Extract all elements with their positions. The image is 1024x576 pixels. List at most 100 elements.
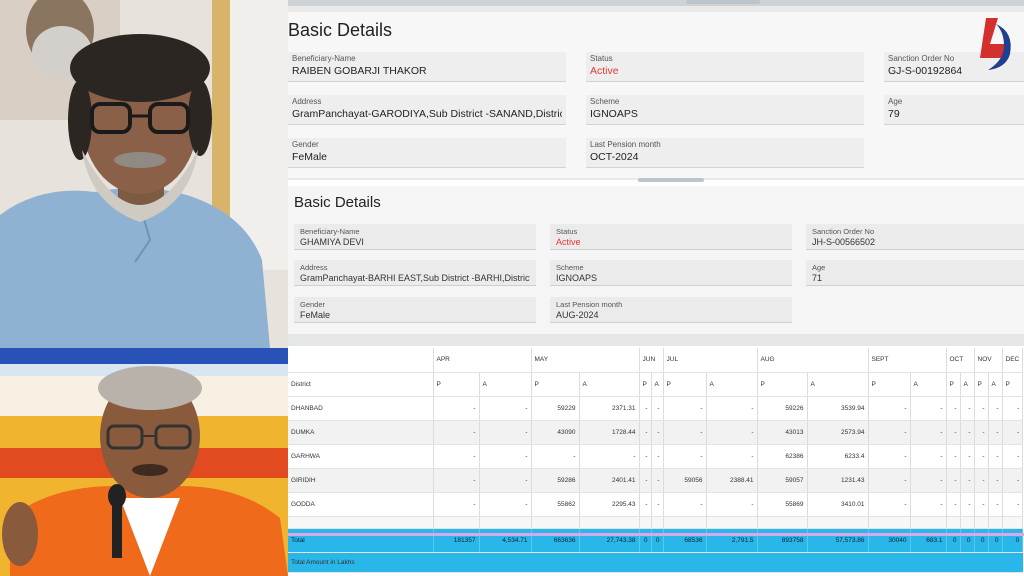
value-cell: - <box>579 444 640 469</box>
field-label: Address <box>300 263 328 272</box>
value-cell: - <box>433 468 480 493</box>
field-value: OCT-2024 <box>590 151 639 163</box>
value-cell: - <box>706 420 758 445</box>
table-row: DUMKA - -43090 1728.44- - - -43013 2573.94- - - - -… <box>288 420 1024 445</box>
value-cell: - <box>868 444 911 469</box>
value-cell: - <box>988 444 1003 469</box>
value-cell: - <box>639 492 652 517</box>
field-label: Status <box>556 227 578 236</box>
scroll-indicator-top[interactable] <box>686 0 760 4</box>
field-value: 79 <box>888 108 900 120</box>
district-cell: GARHWA <box>288 444 434 469</box>
total-cell: 30040 <box>868 528 911 553</box>
value-cell <box>706 516 758 529</box>
field-label: Age <box>888 97 903 106</box>
value-cell: - <box>639 420 652 445</box>
value-cell: - <box>706 444 758 469</box>
total-cell: 663636 <box>531 528 580 553</box>
value-cell: - <box>946 420 961 445</box>
month-header-dec: DEC <box>1002 348 1024 373</box>
total-label: Total <box>288 528 434 553</box>
total-cell: 2,791.5 <box>706 528 758 553</box>
field-value: AUG-2024 <box>556 310 599 320</box>
value-cell <box>910 516 947 529</box>
status-value: Active <box>590 65 619 77</box>
value-cell: - <box>988 420 1003 445</box>
field-label: Last Pension month <box>556 300 623 309</box>
field-value: FeMale <box>292 151 328 163</box>
value-cell: 59057 <box>757 468 808 493</box>
total-cell: 0 <box>960 528 975 553</box>
field-label: Gender <box>300 300 326 309</box>
value-cell: - <box>960 468 975 493</box>
value-cell: - <box>651 420 664 445</box>
value-cell: - <box>910 396 947 421</box>
subheader-cell: A <box>579 372 640 397</box>
value-cell: - <box>706 492 758 517</box>
value-cell: - <box>479 468 532 493</box>
field-label: Beneficiary-Name <box>292 54 356 63</box>
value-cell: 3539.94 <box>807 396 869 421</box>
header-cell <box>288 348 434 373</box>
field-value: JH-S-00566502 <box>812 237 876 247</box>
value-cell: - <box>960 420 975 445</box>
month-header-apr: APR <box>433 348 532 373</box>
value-cell: - <box>1002 468 1024 493</box>
value-cell: 43090 <box>531 420 580 445</box>
district-cell: GIRIDIH <box>288 468 434 493</box>
address-field: Address GramPanchayat-BARHI EAST,Sub Dis… <box>294 260 536 286</box>
field-value: FeMale <box>300 310 331 320</box>
total-cell: 0 <box>974 528 989 553</box>
field-label: Beneficiary-Name <box>300 227 360 236</box>
value-cell <box>639 516 652 529</box>
table-row-partial <box>288 516 1024 529</box>
value-cell: - <box>988 468 1003 493</box>
subheader-cell: P <box>946 372 961 397</box>
value-cell <box>1002 516 1024 529</box>
value-cell: - <box>910 468 947 493</box>
value-cell: - <box>433 444 480 469</box>
subheader-cell: A <box>706 372 758 397</box>
value-cell: - <box>651 468 664 493</box>
value-cell <box>807 516 869 529</box>
age-field: Age 79 <box>884 95 1024 125</box>
value-cell <box>946 516 961 529</box>
value-cell <box>757 516 808 529</box>
total-cell: 0 <box>1002 528 1024 553</box>
value-cell: - <box>479 492 532 517</box>
month-header-sept: SEPT <box>868 348 947 373</box>
value-cell: - <box>1002 396 1024 421</box>
value-cell: 2295.43 <box>579 492 640 517</box>
subheader-cell: A <box>479 372 532 397</box>
field-value: GHAMIYA DEVI <box>300 237 364 247</box>
value-cell: - <box>974 444 989 469</box>
value-cell: - <box>910 492 947 517</box>
photo-top <box>0 0 288 348</box>
value-cell: - <box>531 444 580 469</box>
field-value: GramPanchayat-GARODIYA,Sub District -SAN… <box>292 108 562 120</box>
status-value: Active <box>556 237 581 247</box>
total-cell: 57,573.86 <box>807 528 869 553</box>
value-cell: - <box>1002 492 1024 517</box>
value-cell <box>531 516 580 529</box>
value-cell: - <box>1002 444 1024 469</box>
status-field: Status Active <box>586 52 864 82</box>
scroll-indicator-bottom[interactable] <box>638 178 704 182</box>
value-cell: - <box>946 492 961 517</box>
subheader-cell: A <box>988 372 1003 397</box>
value-cell <box>433 516 480 529</box>
sanction-order-field: Sanction Order No JH-S-00566502 <box>806 224 1024 250</box>
subheader-cell: A <box>651 372 664 397</box>
beneficiary-name-field: Beneficiary-Name RAIBEN GOBARJI THAKOR <box>288 52 566 82</box>
table-body: DHANBAD - -59229 2371.31- - - -59226 3539.94- - -… <box>288 396 1024 573</box>
scheme-field: Scheme IGNOAPS <box>550 260 792 286</box>
value-cell <box>651 516 664 529</box>
value-cell: 1728.44 <box>579 420 640 445</box>
status-field: Status Active <box>550 224 792 250</box>
value-cell: - <box>706 396 758 421</box>
total-cell: 0 <box>988 528 1003 553</box>
value-cell: 2573.94 <box>807 420 869 445</box>
field-label: Status <box>590 54 613 63</box>
subheader-cell: P <box>757 372 808 397</box>
value-cell: - <box>651 492 664 517</box>
